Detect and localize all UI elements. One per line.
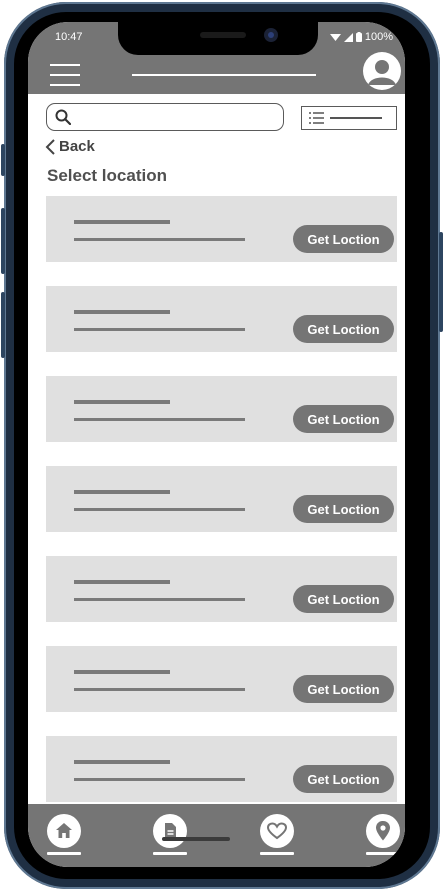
volume-up-button	[1, 208, 5, 274]
location-title-placeholder	[74, 400, 170, 404]
location-card: Get Loction	[46, 646, 397, 712]
hamburger-icon[interactable]	[50, 62, 80, 88]
location-subtitle-placeholder	[74, 418, 245, 421]
location-title-placeholder	[74, 490, 170, 494]
battery-percent: 100%	[364, 31, 393, 43]
power-button	[439, 232, 443, 332]
location-card: Get Loction	[46, 466, 397, 532]
location-card: Get Loction	[46, 286, 397, 352]
location-title-placeholder	[74, 670, 170, 674]
nav-location[interactable]	[363, 814, 403, 856]
nav-favorites[interactable]	[257, 814, 297, 856]
screen: 10:47 100% Back Select location Get Loct…	[28, 22, 405, 867]
front-camera	[264, 28, 278, 42]
nav-documents[interactable]	[150, 814, 190, 856]
get-location-button[interactable]: Get Loction	[293, 495, 394, 523]
bottom-nav-bar	[28, 804, 405, 867]
location-title-placeholder	[74, 220, 170, 224]
get-location-button[interactable]: Get Loction	[293, 315, 394, 343]
back-label: Back	[59, 138, 95, 155]
app-title-placeholder	[132, 74, 316, 76]
location-subtitle-placeholder	[74, 778, 245, 781]
volume-down-button	[1, 292, 5, 358]
notch	[118, 22, 318, 55]
location-card: Get Loction	[46, 736, 397, 802]
page-title: Select location	[47, 166, 167, 185]
location-card: Get Loction	[46, 376, 397, 442]
search-icon	[55, 109, 71, 125]
location-card: Get Loction	[46, 556, 397, 622]
location-title-placeholder	[74, 310, 170, 314]
wifi-icon	[329, 33, 341, 41]
nav-indicator	[47, 852, 81, 855]
location-pin-icon	[376, 821, 390, 841]
status-right: 100%	[329, 31, 393, 43]
get-location-button[interactable]: Get Loction	[293, 225, 394, 253]
location-subtitle-placeholder	[74, 598, 245, 601]
list-icon	[309, 112, 324, 124]
get-location-button[interactable]: Get Loction	[293, 765, 394, 793]
nav-indicator	[260, 852, 294, 855]
chevron-left-icon	[45, 138, 55, 155]
status-time: 10:47	[55, 31, 83, 43]
list-view-toggle[interactable]	[301, 106, 397, 130]
nav-indicator	[153, 852, 187, 855]
user-avatar-icon[interactable]	[363, 52, 401, 90]
home-icon	[56, 823, 72, 838]
speaker-grille	[200, 32, 246, 38]
get-location-button[interactable]: Get Loction	[293, 675, 394, 703]
location-subtitle-placeholder	[74, 328, 245, 331]
nav-home[interactable]	[44, 814, 84, 856]
mute-switch	[1, 144, 5, 176]
location-card: Get Loction	[46, 196, 397, 262]
home-indicator	[162, 837, 230, 841]
location-subtitle-placeholder	[74, 688, 245, 691]
heart-icon	[266, 822, 288, 840]
location-subtitle-placeholder	[74, 508, 245, 511]
back-link[interactable]: Back	[44, 138, 95, 155]
get-location-button[interactable]: Get Loction	[293, 405, 394, 433]
top-app-bar: 10:47 100%	[28, 22, 405, 94]
battery-icon	[355, 32, 362, 42]
search-input[interactable]	[46, 103, 284, 131]
nav-indicator	[366, 852, 400, 855]
location-title-placeholder	[74, 760, 170, 764]
cellular-icon	[343, 32, 353, 42]
location-subtitle-placeholder	[74, 238, 245, 241]
location-title-placeholder	[74, 580, 170, 584]
get-location-button[interactable]: Get Loction	[293, 585, 394, 613]
